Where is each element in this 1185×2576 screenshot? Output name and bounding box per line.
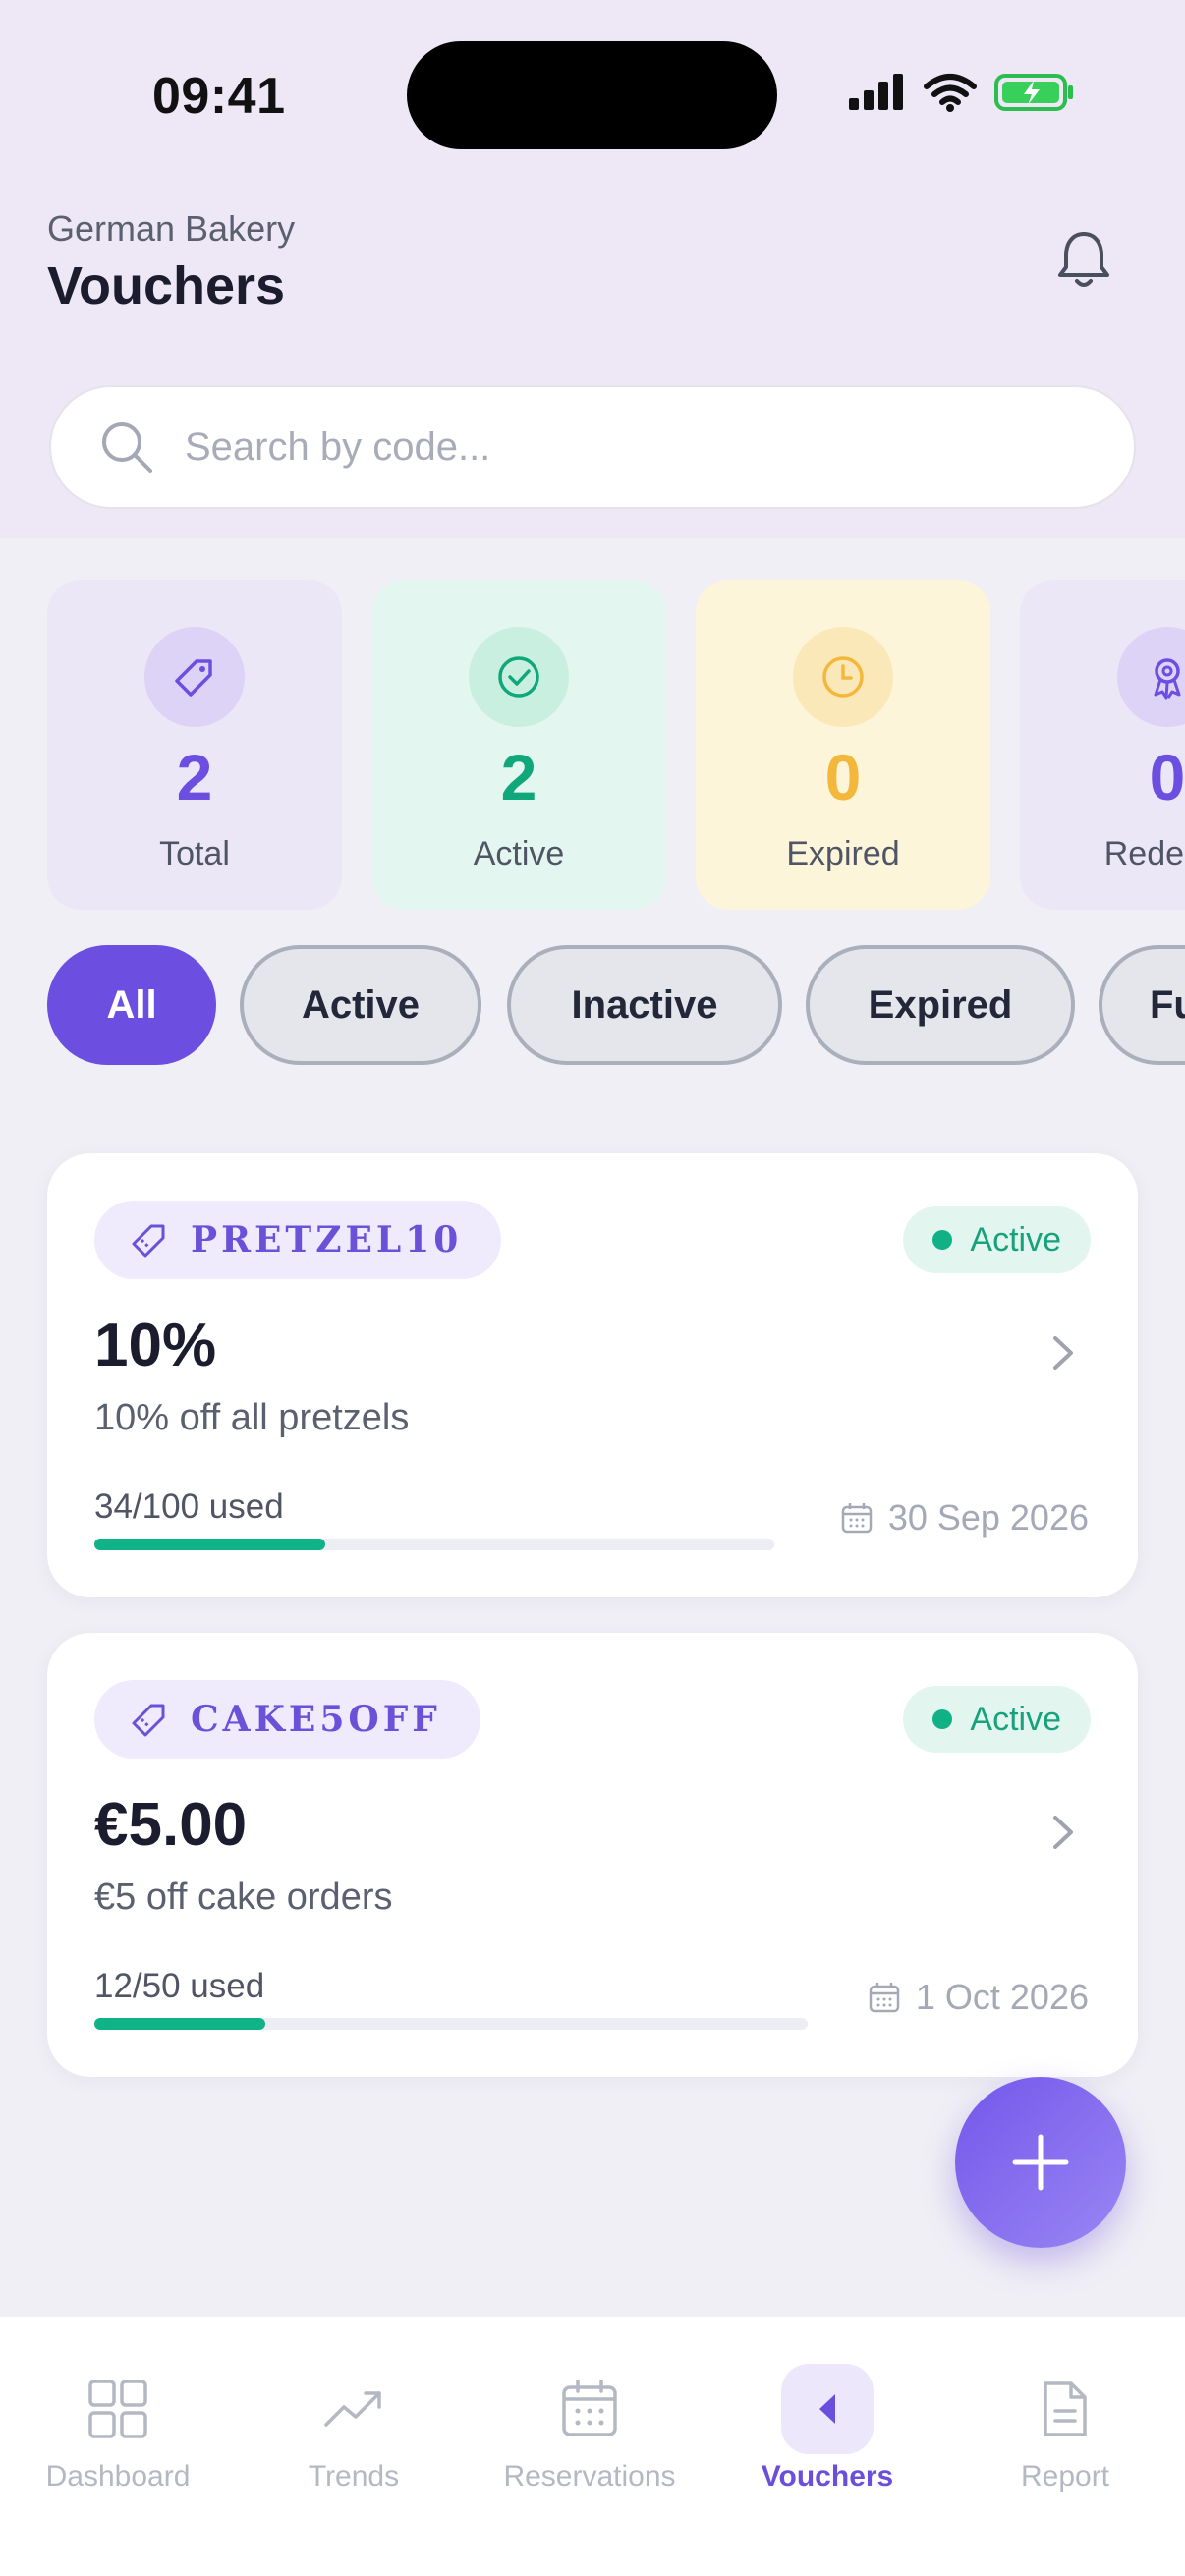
dynamic-island [407, 41, 777, 149]
status-time: 09:41 [152, 68, 286, 125]
status-dot [932, 1709, 953, 1729]
search-input[interactable]: Search by code... [185, 425, 490, 470]
filter-more[interactable]: Fu [1099, 945, 1185, 1065]
voucher-description: 10% off all pretzels [94, 1397, 410, 1438]
expiry-date-text: 30 Sep 2026 [887, 1497, 1089, 1538]
voucher-card[interactable]: CAKE5OFF Active €5.00 €5 off cake orders… [47, 1633, 1138, 2077]
status-badge: Active [903, 1686, 1091, 1753]
tab-report[interactable]: Report [947, 2364, 1183, 2493]
filter-all[interactable]: All [47, 945, 216, 1065]
voucher-description: €5 off cake orders [94, 1876, 393, 1918]
usage-progress-fill [94, 1539, 326, 1550]
wifi-icon [924, 74, 977, 112]
stat-expired[interactable]: 0 Expired [696, 580, 990, 910]
expiry-date-text: 1 Oct 2026 [915, 1977, 1089, 2017]
usage-text: 34/100 used [94, 1487, 284, 1526]
stat-value: 0 [824, 741, 862, 813]
expiry-date: 30 Sep 2026 [839, 1497, 1089, 1539]
status-icons [847, 73, 1075, 112]
grid-icon [86, 2364, 149, 2454]
stat-active[interactable]: 2 Active [371, 580, 666, 910]
voucher-code: PRETZEL10 [191, 1219, 463, 1260]
filter-active[interactable]: Active [240, 945, 481, 1065]
voucher-amount: €5.00 [94, 1791, 248, 1859]
battery-icon [994, 74, 1073, 111]
calendar-icon [558, 2364, 621, 2454]
bottom-tab-bar: Dashboard Trends Reservations Vouchers R… [0, 2317, 1185, 2576]
award-icon [1117, 627, 1185, 727]
stat-value: 2 [176, 741, 213, 813]
expiry-date: 1 Oct 2026 [867, 1977, 1089, 2018]
usage-progress [94, 1539, 774, 1550]
page-title: Vouchers [47, 256, 286, 315]
tag-icon [144, 627, 245, 727]
stat-label: Active [473, 835, 565, 872]
tab-dashboard[interactable]: Dashboard [0, 2364, 236, 2493]
search-bar[interactable]: Search by code... [49, 385, 1136, 509]
filter-inactive[interactable]: Inactive [507, 945, 782, 1065]
document-icon [1034, 2364, 1097, 2454]
search-icon [102, 422, 152, 473]
filter-chips: All Active Inactive Expired Fu [47, 945, 1185, 1065]
voucher-card[interactable]: PRETZEL10 Active 10% 10% off all pretzel… [47, 1153, 1138, 1597]
usage-text: 12/50 used [94, 1967, 265, 2005]
stat-label: Redeem [1103, 835, 1185, 872]
stat-value: 2 [500, 741, 537, 813]
stat-redeemed[interactable]: 0 Redeem [1020, 580, 1185, 910]
signal-icon [849, 74, 903, 110]
tab-reservations[interactable]: Reservations [472, 2364, 707, 2493]
ticket-icon [781, 2364, 874, 2454]
clock-icon [793, 627, 893, 727]
notification-button[interactable] [1049, 226, 1118, 295]
ticket-icon [132, 1224, 165, 1258]
check-circle-icon [469, 627, 569, 727]
business-name: German Bakery [47, 208, 296, 249]
calendar-icon [841, 1503, 873, 1534]
tab-vouchers[interactable]: Vouchers [709, 2364, 945, 2493]
tab-label: Vouchers [761, 2460, 894, 2492]
status-dot [932, 1230, 953, 1250]
tab-trends[interactable]: Trends [236, 2364, 472, 2493]
chevron-right-icon [1053, 1816, 1073, 1849]
add-voucher-button[interactable] [955, 2077, 1126, 2248]
status-label: Active [970, 1220, 1061, 1259]
tab-label: Report [1020, 2460, 1110, 2492]
voucher-code-pill: PRETZEL10 [94, 1201, 502, 1279]
ticket-icon [132, 1704, 165, 1737]
tab-label: Dashboard [45, 2460, 191, 2492]
stat-label: Total [159, 835, 230, 872]
tab-label: Reservations [503, 2460, 676, 2492]
usage-progress-fill [94, 2018, 266, 2030]
filter-expired[interactable]: Expired [806, 945, 1075, 1065]
status-badge: Active [903, 1206, 1091, 1273]
stat-total[interactable]: 2 Total [47, 580, 342, 910]
stat-value: 0 [1149, 741, 1185, 813]
chevron-right-icon [1053, 1336, 1073, 1370]
status-label: Active [970, 1700, 1061, 1738]
tab-label: Trends [308, 2460, 400, 2492]
plus-icon [1012, 2134, 1069, 2191]
voucher-code: CAKE5OFF [191, 1699, 441, 1740]
stat-label: Expired [786, 835, 900, 872]
voucher-code-pill: CAKE5OFF [94, 1680, 480, 1759]
stats-row: 2 Total 2 Active 0 Expired 0 Rede [47, 580, 1185, 910]
usage-progress [94, 2018, 808, 2030]
calendar-icon [869, 1983, 900, 2013]
trend-icon [322, 2364, 385, 2454]
bell-icon [1058, 232, 1109, 287]
voucher-amount: 10% [94, 1312, 217, 1379]
